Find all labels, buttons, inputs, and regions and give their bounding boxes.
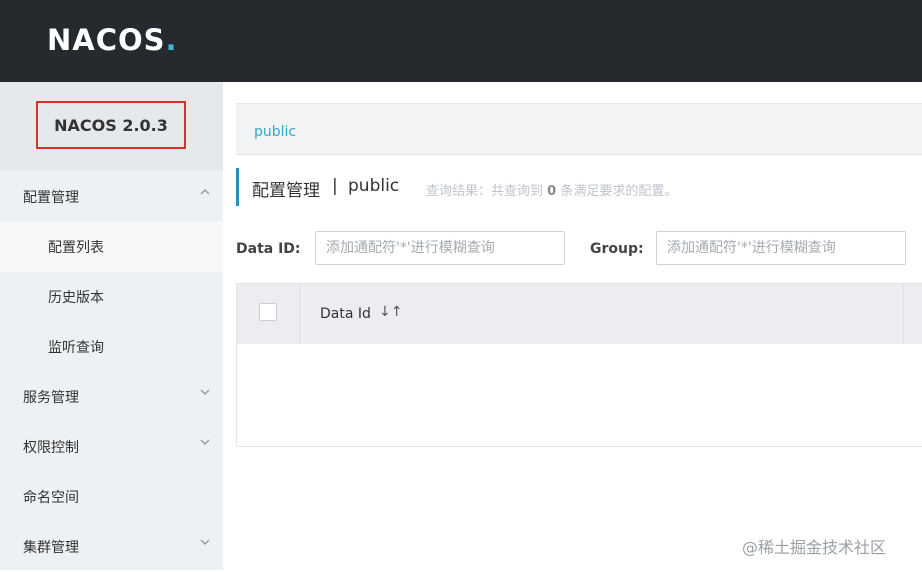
version-label: NACOS 2.0.3 (36, 101, 186, 149)
chevron-up-icon (199, 186, 211, 201)
group-input[interactable] (656, 231, 906, 265)
chevron-down-icon (199, 386, 211, 401)
sidebar-item-label: 权限控制 (23, 440, 79, 456)
chevron-down-icon (199, 536, 211, 551)
query-summary: 查询结果：共查询到 0 条满足要求的配置。 (426, 184, 678, 199)
namespace-link-public[interactable]: public (254, 124, 296, 140)
sidebar-item-access-control[interactable]: 权限控制 (0, 422, 223, 472)
config-table: Data Id ↓↑ (236, 283, 922, 447)
sidebar-item-label: 命名空间 (23, 490, 79, 506)
main-content: public 配置管理 | public 查询结果：共查询到 0 条满足要求的配… (236, 103, 922, 570)
sort-icon[interactable]: ↓↑ (379, 304, 402, 320)
column-header-data-id[interactable]: Data Id (320, 306, 371, 322)
sidebar-item-label: 服务管理 (23, 390, 79, 406)
group-label: Group: (590, 241, 644, 257)
title-accent-bar (236, 168, 239, 206)
sidebar-item-label: 配置列表 (48, 240, 104, 256)
sidebar-item-config-list[interactable]: 配置列表 (0, 222, 223, 272)
sidebar: NACOS 2.0.3 配置管理 配置列表 历史版本 监听查询 服务管理 权限控… (0, 82, 223, 570)
page-namespace: public (348, 176, 400, 196)
sidebar-item-listener-query[interactable]: 监听查询 (0, 322, 223, 372)
version-panel: NACOS 2.0.3 (0, 82, 223, 170)
nacos-logo[interactable]: NACOS. (47, 23, 178, 57)
column-divider (299, 284, 300, 344)
title-separator: | (332, 176, 338, 196)
sidebar-item-label: 监听查询 (48, 340, 104, 356)
sidebar-item-label: 历史版本 (48, 290, 104, 306)
sidebar-item-namespace[interactable]: 命名空间 (0, 472, 223, 522)
sidebar-item-label: 配置管理 (23, 190, 79, 206)
select-all-checkbox[interactable] (259, 303, 277, 321)
data-id-input[interactable] (315, 231, 565, 265)
watermark: @稀土掘金技术社区 (742, 538, 887, 557)
data-id-label: Data ID: (236, 241, 301, 257)
page-title: 配置管理 (252, 181, 320, 201)
sidebar-item-config-management[interactable]: 配置管理 (0, 172, 223, 222)
sidebar-item-history[interactable]: 历史版本 (0, 272, 223, 322)
column-divider (903, 284, 904, 344)
sidebar-item-cluster-management[interactable]: 集群管理 (0, 522, 223, 572)
sidebar-item-label: 集群管理 (23, 540, 79, 556)
page-header: 配置管理 | public 查询结果：共查询到 0 条满足要求的配置。 (236, 168, 922, 206)
table-header: Data Id ↓↑ (237, 284, 922, 344)
sidebar-item-service-management[interactable]: 服务管理 (0, 372, 223, 422)
chevron-down-icon (199, 436, 211, 451)
namespace-bar: public (236, 103, 922, 155)
top-bar: NACOS. (0, 0, 922, 82)
